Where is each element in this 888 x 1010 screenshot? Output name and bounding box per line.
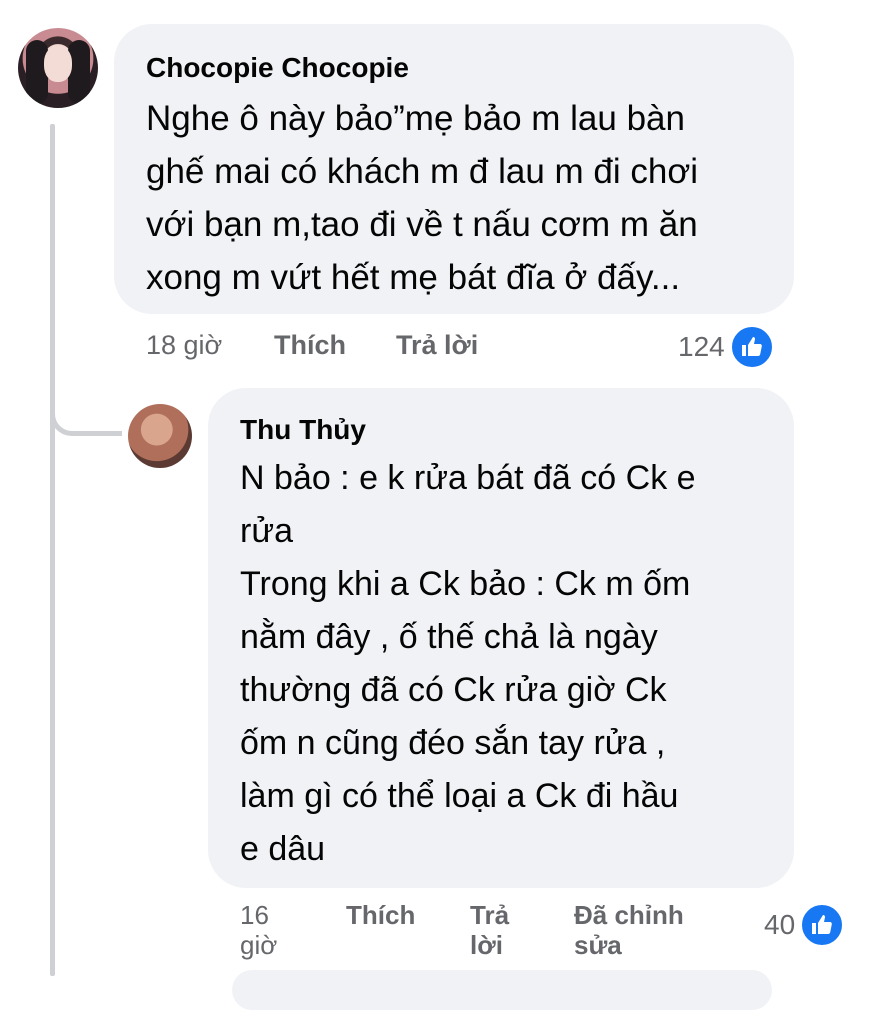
reaction-count: 40 [764, 909, 796, 940]
reaction-count: 124 [678, 331, 725, 362]
like-button[interactable]: Thích [274, 330, 346, 361]
reaction-summary[interactable]: 124 [678, 324, 775, 370]
reply-button[interactable]: Trả lời [470, 900, 509, 960]
like-thumbs-up-icon [799, 902, 846, 948]
reply-author[interactable]: Thu Thủy [240, 412, 762, 448]
next-comment-bubble [232, 970, 772, 1010]
edited-label[interactable]: Đã chỉnh sửa [574, 900, 684, 960]
like-thumbs-up-icon [728, 324, 775, 370]
comment-text: Nghe ô này bảo”mẹ bảo m lau bàn ghế mai … [146, 99, 699, 297]
like-button[interactable]: Thích [346, 900, 415, 930]
reaction-summary[interactable]: 40 [764, 902, 846, 948]
comment-bubble: Chocopie Chocopie Nghe ô này bảo”mẹ bảo … [114, 24, 794, 314]
thread-line [50, 124, 55, 976]
avatar[interactable] [18, 28, 98, 108]
comment-author[interactable]: Chocopie Chocopie [146, 50, 762, 86]
avatar[interactable] [128, 404, 192, 468]
reply-button[interactable]: Trả lời [396, 330, 478, 361]
comment-timestamp[interactable]: 18 giờ [146, 330, 222, 361]
reply-connector-line [50, 392, 122, 436]
reply-bubble: Thu Thủy N bảo : e k rửa bát đã có Ck e … [208, 388, 794, 888]
reply-text: N bảo : e k rửa bát đã có Ck e rửa Trong… [240, 459, 696, 868]
reply-timestamp[interactable]: 16 giờ [240, 900, 277, 960]
